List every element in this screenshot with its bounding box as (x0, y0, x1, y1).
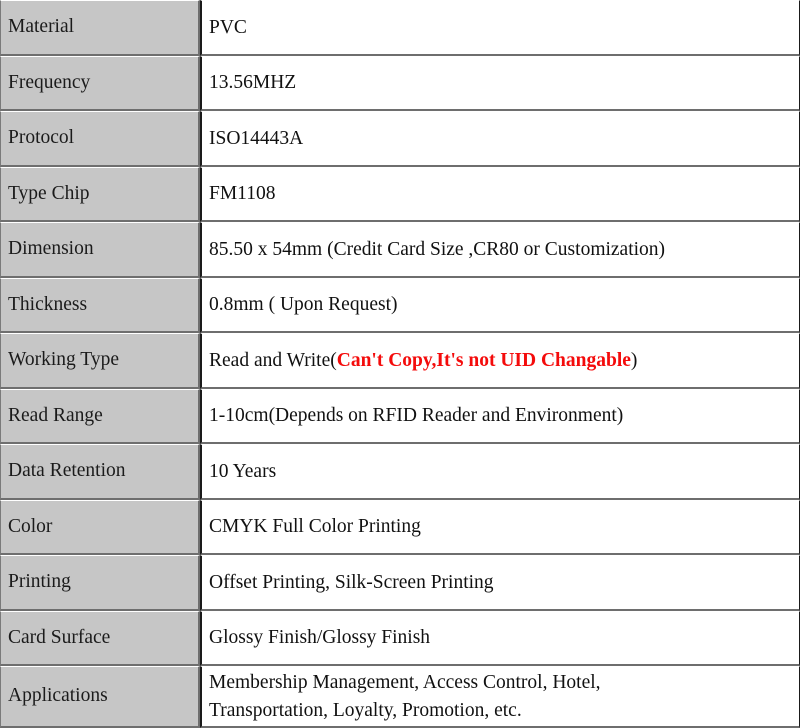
spec-value-working-type: Read and Write(Can't Copy,It's not UID C… (200, 333, 800, 389)
table-row: Thickness 0.8mm ( Upon Request) (0, 277, 800, 333)
product-specification-table: Material PVC Frequency 13.56MHZ Protocol… (0, 0, 800, 728)
spec-label-thickness: Thickness (0, 277, 200, 333)
spec-value-read-range: 1-10cm(Depends on RFID Reader and Enviro… (200, 388, 800, 444)
spec-value-frequency: 13.56MHZ (200, 55, 800, 111)
table-row: Material PVC (0, 0, 800, 56)
spec-value-data-retention: 10 Years (200, 444, 800, 500)
table-row: Protocol ISO14443A (0, 111, 800, 167)
spec-value-type-chip: FM1108 (200, 166, 800, 222)
applications-line-2: Transportation, Loyalty, Promotion, etc. (209, 700, 522, 722)
spec-label-working-type: Working Type (0, 333, 200, 389)
spec-label-read-range: Read Range (0, 388, 200, 444)
spec-label-material: Material (0, 0, 200, 56)
spec-value-printing: Offset Printing, Silk-Screen Printing (200, 555, 800, 611)
spec-value-thickness: 0.8mm ( Upon Request) (200, 277, 800, 333)
spec-value-color: CMYK Full Color Printing (200, 499, 800, 555)
spec-value-material: PVC (200, 0, 800, 56)
spec-value-protocol: ISO14443A (200, 111, 800, 167)
spec-label-applications: Applications (0, 666, 200, 728)
table-row: Color CMYK Full Color Printing (0, 499, 800, 555)
table-row: Dimension 85.50 x 54mm (Credit Card Size… (0, 222, 800, 278)
spec-label-type-chip: Type Chip (0, 166, 200, 222)
spec-value-card-surface: Glossy Finish/Glossy Finish (200, 610, 800, 666)
spec-value-dimension: 85.50 x 54mm (Credit Card Size ,CR80 or … (200, 222, 800, 278)
table-row: Working Type Read and Write(Can't Copy,I… (0, 333, 800, 389)
spec-label-data-retention: Data Retention (0, 444, 200, 500)
applications-line-1: Membership Management, Access Control, H… (209, 672, 601, 693)
spec-label-protocol: Protocol (0, 111, 200, 167)
working-type-prefix: Read and Write( (209, 349, 337, 371)
spec-label-color: Color (0, 499, 200, 555)
spec-label-card-surface: Card Surface (0, 610, 200, 666)
spec-table-body: Material PVC Frequency 13.56MHZ Protocol… (0, 0, 800, 728)
table-row: Frequency 13.56MHZ (0, 55, 800, 111)
table-row: Printing Offset Printing, Silk-Screen Pr… (0, 555, 800, 611)
table-row: Data Retention 10 Years (0, 444, 800, 500)
spec-label-frequency: Frequency (0, 55, 200, 111)
spec-label-dimension: Dimension (0, 222, 200, 278)
working-type-suffix: ) (630, 349, 638, 371)
table-row: Applications Membership Management, Acce… (0, 666, 800, 728)
table-row: Read Range 1-10cm(Depends on RFID Reader… (0, 388, 800, 444)
spec-label-printing: Printing (0, 555, 200, 611)
table-row: Type Chip FM1108 (0, 166, 800, 222)
spec-value-applications: Membership Management, Access Control, H… (200, 666, 800, 728)
table-row: Card Surface Glossy Finish/Glossy Finish (0, 610, 800, 666)
working-type-warning-text: Can't Copy,It's not UID Changable (336, 349, 631, 371)
